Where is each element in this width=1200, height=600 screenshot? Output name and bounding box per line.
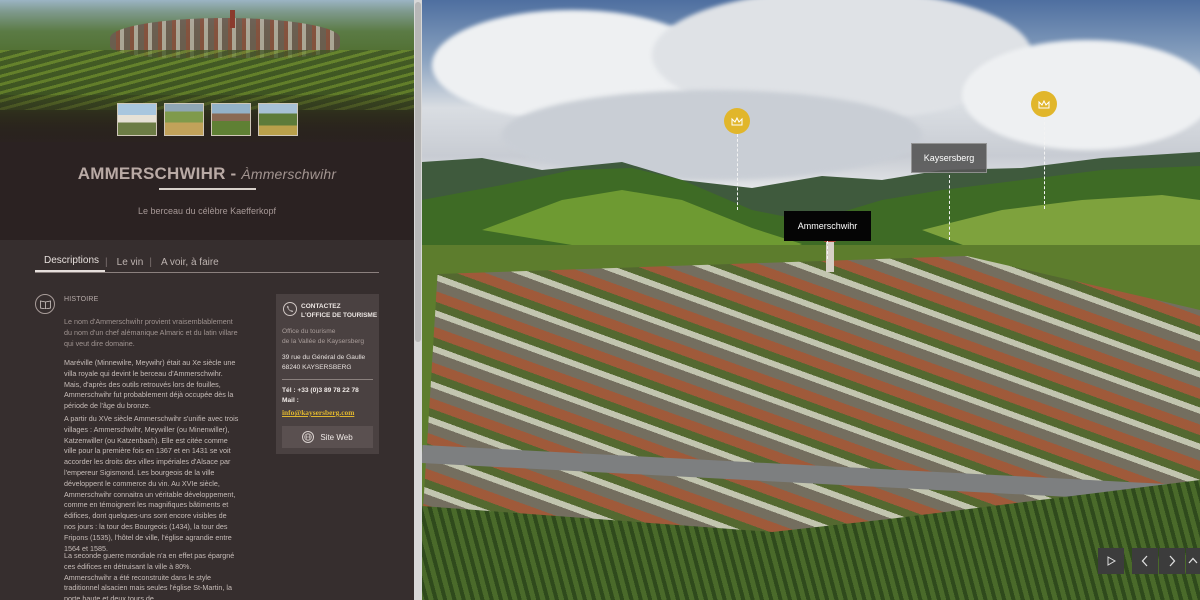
contact-organization: Office du tourisme de la Vallée de Kayse… xyxy=(282,327,377,347)
chevron-left-icon xyxy=(1141,555,1148,567)
contact-org-line-2: de la Vallée de Kaysersberg xyxy=(282,338,364,345)
contact-phone: Tél : +33 (0)3 89 78 22 78 xyxy=(282,387,359,394)
contact-divider xyxy=(282,379,373,380)
website-button[interactable]: Site Web xyxy=(282,426,373,448)
history-paragraph-2: A partir du XVe siècle Ammerschwihr s'un… xyxy=(64,414,239,553)
thumbnail-2[interactable] xyxy=(164,103,204,136)
label-line xyxy=(827,241,828,259)
contact-heading-line-2: L'OFFICE DE TOURISME xyxy=(301,312,378,319)
thumbnail-1[interactable] xyxy=(117,103,157,136)
contact-heading: CONTACTEZ L'OFFICE DE TOURISME xyxy=(301,302,377,320)
contact-phone-and-mail: Tél : +33 (0)3 89 78 22 78 Mail : xyxy=(282,386,377,406)
play-icon xyxy=(1107,556,1116,566)
crown-icon[interactable] xyxy=(724,108,750,134)
viewer-root: AMMERSCHWIHR - Àmmerschwihr Le berceau d… xyxy=(0,0,1200,600)
hero-photo xyxy=(0,0,414,142)
title-zone: AMMERSCHWIHR - Àmmerschwihr Le berceau d… xyxy=(0,142,414,240)
hotspot-line xyxy=(1044,117,1045,209)
title-separator: - xyxy=(225,164,242,183)
panorama-view[interactable]: Kaysersberg Ammerschwihr xyxy=(422,0,1200,600)
info-panel: AMMERSCHWIHR - Àmmerschwihr Le berceau d… xyxy=(0,0,414,600)
contact-mail-link[interactable]: info@kaysersberg.com xyxy=(282,408,354,417)
website-button-label: Site Web xyxy=(320,432,353,442)
tab-a-voir[interactable]: A voir, à faire xyxy=(152,257,225,272)
cloud xyxy=(962,40,1200,150)
history-paragraph-1: Maréville (Minnewilre, Meywihr) était au… xyxy=(64,358,236,411)
thumbnail-4[interactable] xyxy=(258,103,298,136)
contact-address: 39 rue du Général de Gaulle 68240 KAYSER… xyxy=(282,353,377,373)
history-lead: Le nom d'Ammerschwihr provient vraisembl… xyxy=(64,317,238,348)
contact-mail-label: Mail : xyxy=(282,397,299,404)
prev-button[interactable] xyxy=(1132,548,1158,574)
thumbnail-strip xyxy=(117,103,298,136)
phone-icon xyxy=(283,302,297,316)
contact-box: CONTACTEZ L'OFFICE DE TOURISME Office du… xyxy=(276,294,379,454)
play-button[interactable] xyxy=(1098,548,1124,574)
title-alsatian: Àmmerschwihr xyxy=(241,166,337,182)
next-button[interactable] xyxy=(1159,548,1185,574)
panel-scrollbar[interactable] xyxy=(414,0,422,600)
content-area: Descriptions | Le vin | A voir, à faire … xyxy=(0,240,414,600)
chevron-up-icon xyxy=(1188,557,1198,564)
thumbnail-3[interactable] xyxy=(211,103,251,136)
label-line xyxy=(949,175,950,240)
crown-icon[interactable] xyxy=(1031,91,1057,117)
hero-church-tower xyxy=(230,10,235,28)
tagline: Le berceau du célèbre Kaefferkopf xyxy=(138,206,276,216)
page-title: AMMERSCHWIHR - Àmmerschwihr xyxy=(0,164,414,184)
history-label: HISTOIRE xyxy=(64,296,99,303)
scrollbar-thumb[interactable] xyxy=(415,2,421,342)
label-ammerschwihr[interactable]: Ammerschwihr xyxy=(784,211,871,241)
chevron-right-icon xyxy=(1169,555,1176,567)
book-icon xyxy=(35,294,55,314)
hotspot-line xyxy=(737,134,738,210)
tab-le-vin[interactable]: Le vin xyxy=(108,257,150,272)
title-main: AMMERSCHWIHR xyxy=(77,164,226,183)
contact-address-line-2: 68240 KAYSERSBERG xyxy=(282,364,352,371)
label-kaysersberg[interactable]: Kaysersberg xyxy=(911,143,987,173)
globe-icon xyxy=(302,431,315,443)
expand-up-button[interactable] xyxy=(1186,548,1200,574)
contact-address-line-1: 39 rue du Général de Gaulle xyxy=(282,354,366,361)
contact-heading-line-1: CONTACTEZ xyxy=(301,303,341,310)
title-underline xyxy=(159,188,256,190)
tab-descriptions[interactable]: Descriptions xyxy=(35,255,106,272)
contact-org-line-1: Office du tourisme xyxy=(282,328,336,335)
history-paragraph-3: La seconde guerre mondiale n'a en effet … xyxy=(64,551,235,600)
tab-bar: Descriptions | Le vin | A voir, à faire xyxy=(35,255,379,273)
